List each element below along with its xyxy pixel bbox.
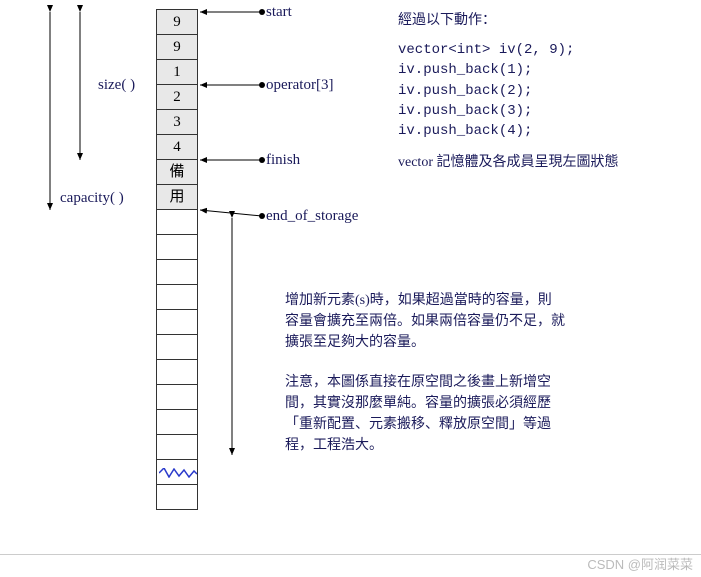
memory-cell — [156, 209, 198, 235]
watermark: CSDN @阿润菜菜 — [587, 554, 693, 573]
pointer-finish-label: finish — [266, 152, 300, 169]
para1-text: 增加新元素(s)時，如果超過當時的容量，則容量會擴充至兩倍。如果兩倍容量仍不足，… — [285, 290, 565, 353]
memory-cell — [156, 384, 198, 410]
memory-cell: 備 — [156, 159, 198, 185]
memory-cell — [156, 309, 198, 335]
memory-cell — [156, 284, 198, 310]
code-block: vector<int> iv(2, 9);iv.push_back(1);iv.… — [398, 40, 678, 141]
pointer-operator-label: operator[3] — [266, 77, 333, 94]
memory-cell: 2 — [156, 84, 198, 110]
memory-cell: 9 — [156, 9, 198, 35]
summary-text: vector 記憶體及各成員呈現左圖狀態 — [398, 152, 678, 173]
memory-cells: 991234備用 — [156, 10, 198, 510]
memory-cell — [156, 334, 198, 360]
memory-cell: 9 — [156, 34, 198, 60]
memory-cell: 3 — [156, 109, 198, 135]
memory-cell — [156, 259, 198, 285]
memory-cell: 1 — [156, 59, 198, 85]
ops-header: 經過以下動作： — [398, 10, 678, 31]
size-label: size( ) — [98, 77, 135, 94]
pointer-eos-label: end_of_storage — [266, 208, 358, 225]
memory-cell — [156, 484, 198, 510]
memory-cell — [156, 459, 198, 485]
memory-cell — [156, 409, 198, 435]
para2-text: 注意，本圖係直接在原空間之後畫上新增空間，其實沒那麼單純。容量的擴張必須經歷「重… — [285, 372, 565, 456]
memory-cell: 用 — [156, 184, 198, 210]
memory-cell — [156, 434, 198, 460]
capacity-label: capacity( ) — [60, 190, 124, 207]
pointer-start-label: start — [266, 4, 292, 21]
memory-cell — [156, 359, 198, 385]
memory-cell: 4 — [156, 134, 198, 160]
memory-cell — [156, 234, 198, 260]
